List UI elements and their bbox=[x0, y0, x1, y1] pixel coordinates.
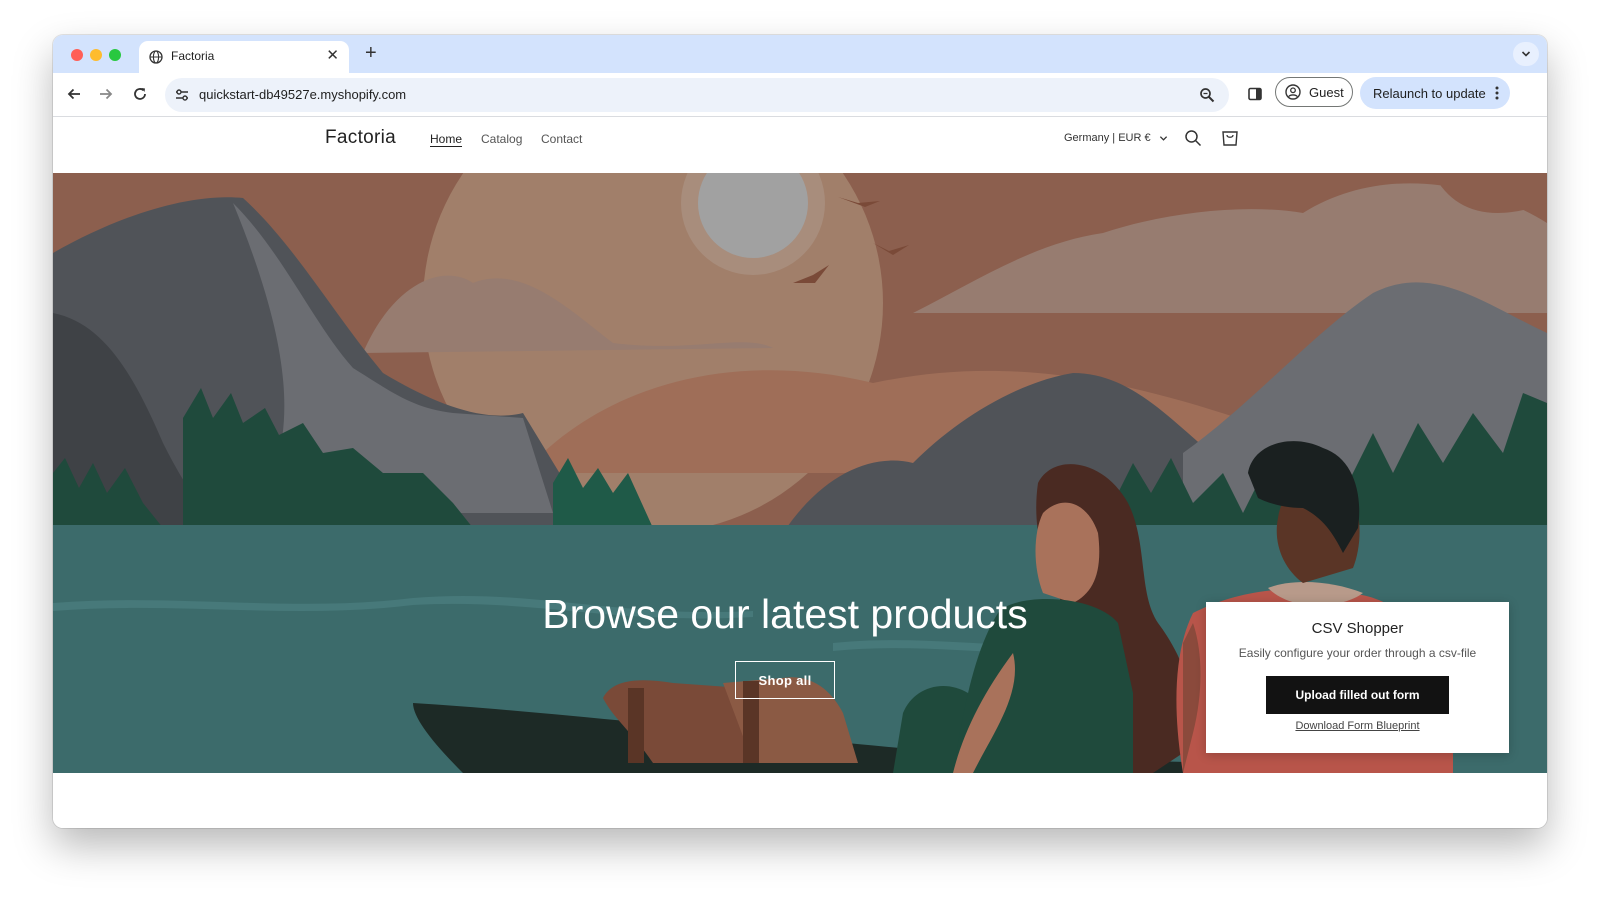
download-blueprint-link[interactable]: Download Form Blueprint bbox=[1206, 720, 1509, 732]
tune-icon[interactable] bbox=[174, 87, 190, 103]
chevron-down-icon bbox=[1159, 135, 1167, 141]
tab-strip: Factoria ✕ + bbox=[53, 35, 1547, 73]
forward-button[interactable] bbox=[97, 85, 115, 103]
zoom-icon[interactable] bbox=[1199, 87, 1215, 103]
back-arrow-icon bbox=[67, 88, 80, 100]
profile-label: Guest bbox=[1309, 85, 1344, 100]
store-header: Factoria Home Catalog Contact Germany | … bbox=[53, 117, 1547, 173]
relaunch-button[interactable]: Relaunch to update bbox=[1360, 77, 1510, 109]
csv-shopper-popup: CSV Shopper Easily configure your order … bbox=[1206, 602, 1509, 753]
profile-button[interactable]: Guest bbox=[1275, 77, 1353, 107]
nav-catalog[interactable]: Catalog bbox=[481, 132, 522, 146]
minimize-window-button[interactable] bbox=[90, 49, 102, 61]
chevron-down-icon bbox=[1521, 51, 1531, 57]
csv-popup-title: CSV Shopper bbox=[1311, 620, 1404, 637]
address-bar[interactable]: quickstart-db49527e.myshopify.com bbox=[165, 78, 1229, 112]
browser-toolbar: quickstart-db49527e.myshopify.com Guest … bbox=[53, 73, 1547, 117]
close-icon[interactable]: ✕ bbox=[326, 48, 339, 64]
store-logo[interactable]: Factoria bbox=[325, 127, 396, 149]
tab-title: Factoria bbox=[171, 49, 215, 63]
reload-button[interactable] bbox=[131, 85, 149, 103]
store-page: Factoria Home Catalog Contact Germany | … bbox=[53, 117, 1547, 828]
globe-icon bbox=[149, 50, 163, 64]
search-icon[interactable] bbox=[1184, 129, 1202, 147]
maximize-window-button[interactable] bbox=[109, 49, 121, 61]
csv-popup-description: Easily configure your order through a cs… bbox=[1238, 646, 1477, 660]
forward-arrow-icon bbox=[100, 88, 113, 100]
side-panel-icon[interactable] bbox=[1247, 86, 1263, 102]
tab-search-button[interactable] bbox=[1513, 42, 1539, 66]
browser-window: Factoria ✕ + quickstart-db49527e.myshopi… bbox=[53, 35, 1547, 828]
relaunch-label: Relaunch to update bbox=[1373, 86, 1486, 101]
close-window-button[interactable] bbox=[71, 49, 83, 61]
shop-all-button[interactable]: Shop all bbox=[735, 661, 835, 699]
upload-form-button[interactable]: Upload filled out form bbox=[1266, 676, 1449, 714]
nav-contact[interactable]: Contact bbox=[541, 132, 582, 146]
more-vert-icon[interactable] bbox=[1495, 86, 1499, 100]
nav-home[interactable]: Home bbox=[430, 132, 462, 146]
locale-label: Germany | EUR € bbox=[1064, 132, 1151, 144]
plus-icon[interactable]: + bbox=[365, 43, 377, 63]
locale-selector[interactable]: Germany | EUR € bbox=[1064, 132, 1168, 144]
cart-icon[interactable] bbox=[1221, 127, 1239, 147]
url-text: quickstart-db49527e.myshopify.com bbox=[199, 87, 407, 102]
reload-icon bbox=[134, 88, 146, 100]
browser-tab[interactable]: Factoria ✕ bbox=[139, 41, 349, 73]
person-icon bbox=[1285, 84, 1301, 100]
back-button[interactable] bbox=[65, 85, 83, 103]
